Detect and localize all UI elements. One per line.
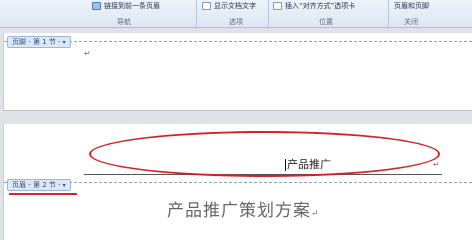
footer-section-label: 页脚 - 第 1 节 -: [12, 38, 61, 46]
tab-arrow-icon: ▾: [62, 39, 66, 46]
show-doc-text-label: 显示文档文字: [214, 1, 256, 10]
red-underline-annotation: [9, 193, 77, 195]
align-tab-icon: [273, 1, 282, 10]
header-section-tab[interactable]: 页眉 - 第 2 节 - ▾: [7, 179, 71, 191]
insert-align-tab-button[interactable]: 插入“对齐方式”选项卡: [273, 0, 355, 11]
group-title-options: 选项: [229, 18, 243, 26]
header-section-label: 页眉 - 第 2 节 -: [12, 181, 61, 189]
paragraph-mark: ↵: [84, 49, 91, 58]
group-title-navigation: 导航: [117, 18, 131, 26]
page-1: 页脚 - 第 1 节 - ▾ ↵: [3, 33, 472, 111]
group-title-close: 关闭: [404, 18, 418, 26]
tab-arrow-icon: ▾: [62, 182, 66, 189]
red-ellipse-annotation: [89, 131, 440, 177]
show-doc-text-checkbox[interactable]: 显示文档文字: [202, 0, 256, 11]
link-to-previous-button[interactable]: 链接到前一条页眉: [92, 0, 160, 11]
link-icon: [92, 1, 101, 10]
insert-align-tab-label: 插入“对齐方式”选项卡: [285, 1, 356, 10]
header-paragraph-mark: ↵: [433, 160, 440, 169]
ribbon-separator: [196, 0, 197, 27]
link-to-previous-label: 链接到前一条页眉: [104, 1, 160, 10]
close-header-footer-button[interactable]: 页眉和页脚: [394, 0, 429, 11]
document-title[interactable]: 产品推广策划方案↵: [167, 196, 320, 221]
ribbon-separator: [268, 0, 269, 27]
footer-section-tab[interactable]: 页脚 - 第 1 节 - ▾: [7, 36, 71, 48]
ribbon: 链接到前一条页眉 导航 显示文档文字 选项 插入“对齐方式”选项卡 位置 页眉和…: [0, 0, 472, 28]
title-paragraph-mark: ↵: [311, 209, 320, 219]
ribbon-separator: [388, 0, 389, 27]
close-header-footer-label: 页眉和页脚: [394, 1, 429, 10]
header-boundary-line: [4, 182, 472, 183]
group-title-position: 位置: [319, 18, 333, 26]
checkbox-icon: [202, 1, 211, 10]
footer-boundary-line: [4, 41, 472, 42]
